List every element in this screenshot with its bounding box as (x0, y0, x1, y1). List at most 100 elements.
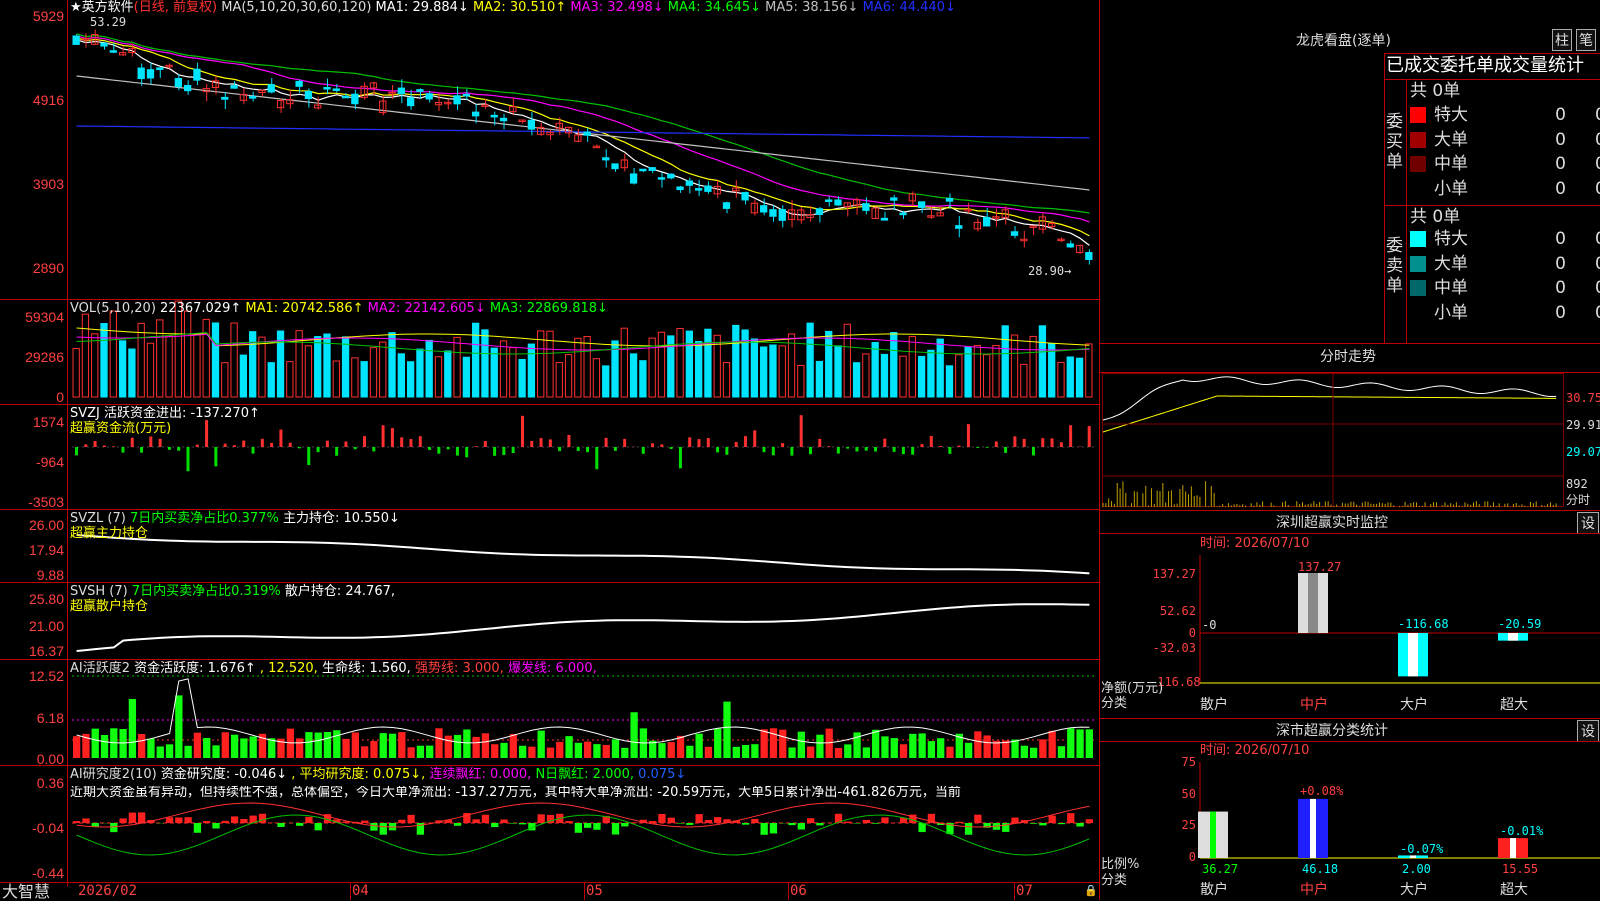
candle-body (352, 94, 358, 104)
ai-res-value: 资金研究度: -0.046↓ (161, 767, 291, 782)
flow-bar (447, 447, 450, 449)
activity-bar (547, 748, 554, 758)
flow-bar (763, 447, 766, 452)
volume-bar (110, 311, 116, 397)
activity-bar (101, 735, 108, 758)
pen-mode-button[interactable]: 笔 (1576, 29, 1596, 51)
candle-body (918, 202, 924, 208)
flow-bar (855, 447, 858, 451)
order-type: 中单 (1434, 276, 1468, 300)
kline-ma-value: MA4: 34.645↓ (668, 0, 765, 15)
research-bar (519, 823, 526, 824)
low-price-label: 28.90→ (1028, 264, 1071, 278)
volume-bar (268, 363, 274, 397)
activity-bar (92, 729, 99, 758)
flow-bar (75, 447, 78, 455)
ai-res-title: AI研究度2(10) (70, 767, 157, 782)
period-label[interactable]: (日线, 前复权) (134, 0, 217, 15)
research-bar (119, 818, 126, 823)
intraday-chart[interactable] (1102, 373, 1564, 507)
volume-bar (918, 356, 924, 397)
flow-bar (1069, 425, 1072, 447)
volume-bar (361, 362, 367, 397)
svzj-subtitle: 超赢资金流(万元) (70, 422, 171, 436)
activity-bar (556, 742, 563, 758)
activity-bar (147, 739, 154, 758)
ai-res-ytick: 0.36 (0, 775, 64, 791)
order-row: 特大00% (1406, 227, 1600, 251)
lock-icon[interactable]: 🔒 (1084, 884, 1098, 898)
ai-res-value: 连续飘红: 0.000, (429, 767, 535, 782)
intraday-price-tick: 30.75 (1566, 391, 1600, 405)
activity-bar (1049, 731, 1056, 758)
candle-body (881, 218, 887, 220)
ai-act-value: 爆发线: 6.000, (508, 661, 597, 676)
svsh-subtitle: 超赢散户持仓 (70, 600, 148, 614)
candle-body (584, 132, 590, 135)
flow-bar (874, 447, 877, 451)
volume-bar (965, 347, 971, 397)
flow-bar (623, 439, 626, 447)
research-bar (82, 818, 89, 823)
order-type: 大单 (1434, 128, 1468, 152)
activity-bar (1030, 748, 1037, 758)
candle-body (184, 86, 190, 91)
flow-bar (790, 447, 793, 456)
order-percent: 0% (1582, 152, 1600, 176)
order-row: 小单00% (1406, 301, 1600, 325)
flow-bar (595, 447, 598, 469)
activity-bar (407, 747, 414, 758)
activity-bar (352, 732, 359, 758)
volume-bar (658, 332, 664, 397)
candle-body (296, 81, 302, 86)
svzl-ytick: 17.94 (0, 542, 64, 558)
flow-bar (475, 446, 478, 447)
flow-bar (540, 438, 543, 447)
flow-bar (586, 447, 589, 452)
activity-bar (612, 739, 619, 758)
candle-body (603, 158, 609, 160)
order-count: 0 (1536, 177, 1566, 201)
classify-settings-button[interactable]: 设 (1577, 720, 1599, 742)
activity-bar (73, 736, 80, 758)
activity-bar (203, 738, 210, 758)
flow-bar (735, 442, 738, 447)
volume-bar (82, 314, 88, 397)
volume-bar (565, 355, 571, 397)
research-bar (380, 823, 387, 835)
flow-bar (967, 424, 970, 447)
research-bar (668, 818, 675, 823)
research-bar (1039, 823, 1046, 825)
ai-act-ytick: 6.18 (0, 710, 64, 726)
candle-body (891, 198, 897, 200)
flow-bar (382, 425, 385, 447)
research-bar (454, 823, 461, 826)
flow-bar (697, 439, 700, 447)
activity-bar (463, 729, 470, 758)
flow-bar (828, 446, 831, 447)
flow-bar (883, 439, 886, 447)
candle-body (491, 115, 497, 117)
monitor-settings-button[interactable]: 设 (1577, 512, 1599, 534)
candle-body (1058, 239, 1064, 241)
research-bar (1049, 816, 1056, 823)
candle-body (761, 206, 767, 212)
activity-bar (1076, 729, 1083, 758)
flow-bar (753, 430, 756, 447)
volume-bar (73, 348, 79, 397)
sell-orders-label: 委卖单 (1386, 236, 1404, 296)
activity-bar (389, 734, 396, 758)
volume-bar (630, 354, 636, 397)
chart-canvas[interactable] (0, 0, 1100, 900)
flow-bar (465, 447, 468, 457)
candle-body (500, 118, 506, 120)
star-icon[interactable]: ★ (70, 0, 82, 15)
buy-orders-label: 委买单 (1386, 112, 1404, 172)
category-label: 中户 (1300, 698, 1328, 712)
ai-res-ytick: -0.44 (0, 865, 64, 881)
xaxis-label: 04 (352, 884, 369, 898)
order-type: 小单 (1434, 177, 1468, 201)
svsh-ytick: 21.00 (0, 618, 64, 634)
bar-mode-button[interactable]: 柱 (1552, 29, 1572, 51)
research-bar (714, 817, 721, 823)
